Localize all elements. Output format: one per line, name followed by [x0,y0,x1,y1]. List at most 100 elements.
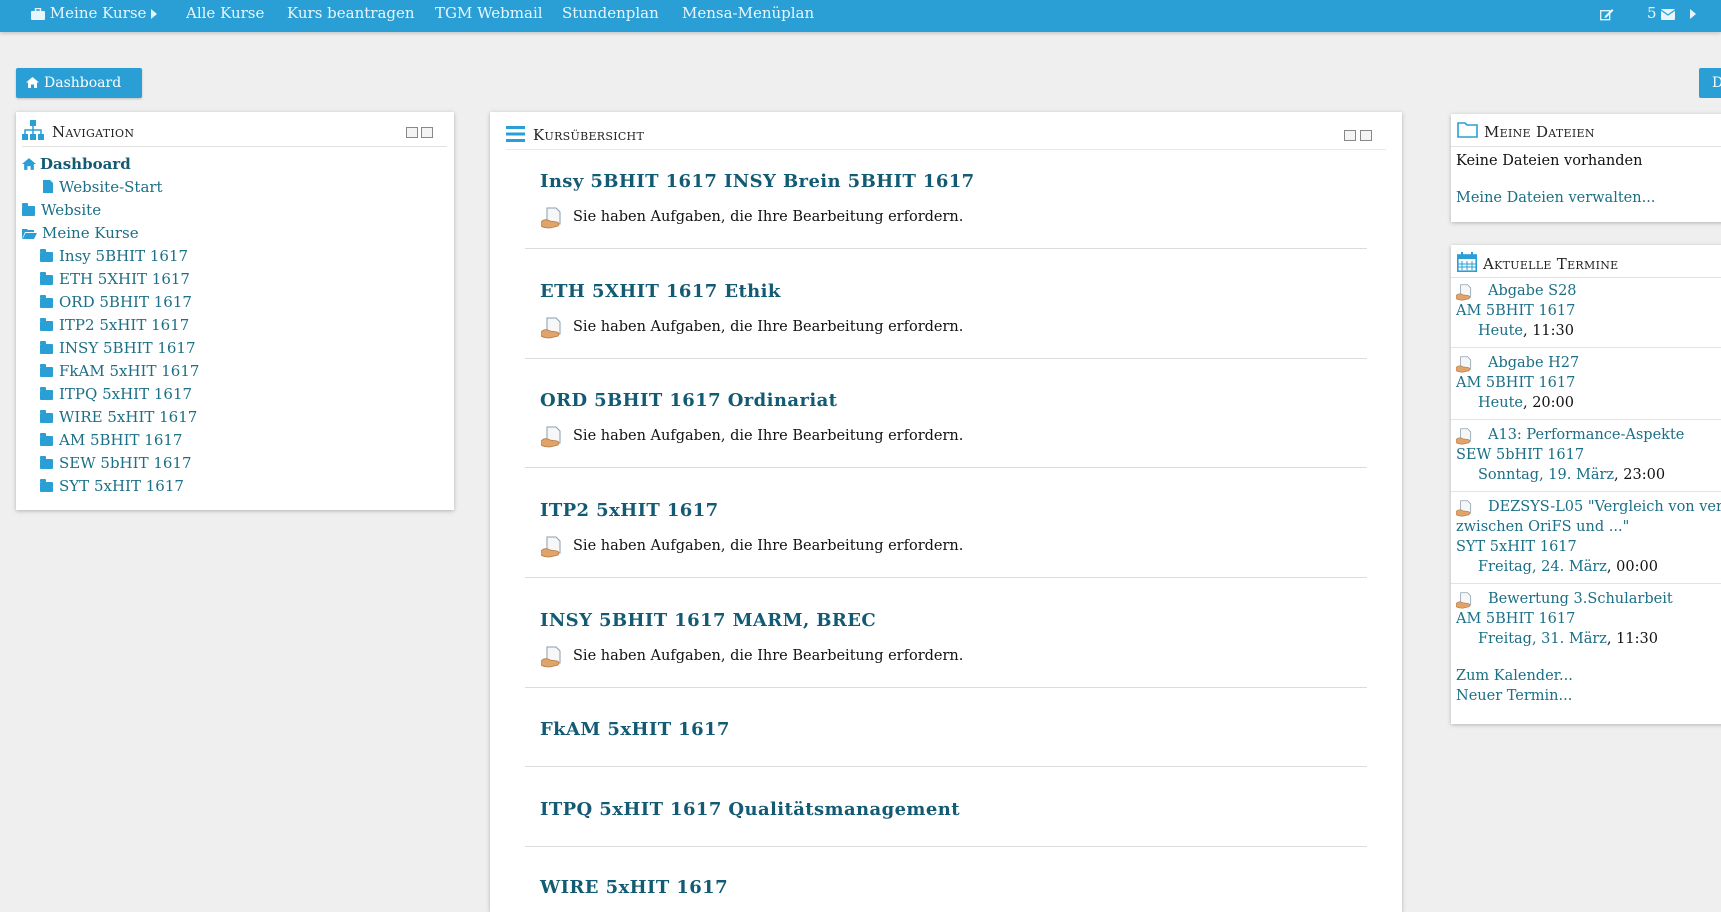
nav-course-item[interactable]: ITPQ 5xHIT 1617 [40,385,192,403]
top-navbar: Meine Kurse Alle Kurse Kurs beantragen T… [0,0,1721,32]
caret-right-icon [151,9,158,19]
divider [1451,146,1721,147]
course-title-link[interactable]: INSY 5BHIT 1617 MARM, BREC [540,610,876,631]
edit-icon[interactable] [1600,0,1614,26]
event-date: Sonntag, 19. März, 23:00 [1478,467,1665,483]
briefcase-icon [31,8,45,20]
block-minimize-icon[interactable] [1344,130,1356,141]
assignment-icon [1456,428,1472,445]
nav-course-item[interactable]: INSY 5BHIT 1617 [40,339,196,357]
assignment-icon [1456,356,1472,373]
nav-course-item[interactable]: ORD 5BHIT 1617 [40,293,192,311]
event-course-link[interactable]: AM 5BHIT 1617 [1456,611,1575,627]
folder-icon [40,249,53,262]
dashboard-button-label: Dashboard [44,75,122,91]
event-course-link[interactable]: SYT 5xHIT 1617 [1456,539,1577,555]
nav-my-courses-label: Meine Kurse [42,224,139,242]
home-icon [22,158,36,170]
new-event-link[interactable]: Neuer Termin... [1456,688,1572,704]
event-date: Heute, 20:00 [1478,395,1574,411]
nav-course-item[interactable]: ITP2 5xHIT 1617 [40,316,189,334]
no-files-text: Keine Dateien vorhanden [1456,153,1643,169]
nav-timetable[interactable]: Stundenplan [562,0,659,26]
dashboard-button[interactable]: Dashboard [16,68,142,98]
nav-mensa-menu[interactable]: Mensa-Menüplan [682,0,814,26]
event-name-link[interactable]: Abgabe S28 [1488,283,1577,299]
divider [525,766,1367,767]
folder-icon [40,272,53,285]
event-name-link[interactable]: Bewertung 3.Schularbeit [1488,591,1673,607]
nav-course-item[interactable]: Insy 5BHIT 1617 [40,247,188,265]
folder-icon [22,203,35,216]
nav-course-item[interactable]: SYT 5xHIT 1617 [40,477,184,495]
folder-icon [40,456,53,469]
folder-open-icon [22,229,37,239]
manage-files-link[interactable]: Meine Dateien verwalten... [1456,190,1655,206]
event-day-link[interactable]: Freitag, 24. März [1478,559,1607,575]
event-day-link[interactable]: Heute [1478,323,1523,339]
folder-icon [40,387,53,400]
assignment-icon [1456,500,1472,517]
my-courses-menu[interactable]: Meine Kurse [31,0,158,26]
event-course-link[interactable]: AM 5BHIT 1617 [1456,375,1575,391]
course-title-link[interactable]: ORD 5BHIT 1617 Ordinariat [540,390,837,411]
nav-course-item[interactable]: ETH 5XHIT 1617 [40,270,190,288]
course-title-link[interactable]: ITP2 5xHIT 1617 [540,500,719,521]
divider [1451,277,1721,278]
block-dock-icon[interactable] [1360,130,1372,141]
sitemap-icon [22,120,44,140]
course-title-link[interactable]: Insy 5BHIT 1617 INSY Brein 5BHIT 1617 [540,171,975,192]
nav-website-start[interactable]: Website-Start [43,178,163,196]
assignment-icon [1456,284,1472,301]
event-name-link-cont[interactable]: zwischen OriFS und ..." [1456,519,1629,535]
folder-icon [40,318,53,331]
nav-all-courses[interactable]: Alle Kurse [186,0,264,26]
event-day-link[interactable]: Heute [1478,395,1523,411]
nav-course-item[interactable]: WIRE 5xHIT 1617 [40,408,197,426]
assignment-icon [1456,592,1472,609]
nav-course-item[interactable]: SEW 5bHIT 1617 [40,454,192,472]
event-name-link[interactable]: DEZSYS-L05 "Vergleich von verte [1488,499,1721,515]
event-day-link[interactable]: Sonntag, 19. März [1478,467,1614,483]
divider [525,358,1367,359]
event-course-link[interactable]: SEW 5bHIT 1617 [1456,447,1584,463]
nav-website[interactable]: Website [22,201,101,219]
nav-website-start-label: Website-Start [59,178,163,196]
divider [1451,419,1721,420]
nav-course-item[interactable]: AM 5BHIT 1617 [40,431,182,449]
nav-dashboard[interactable]: Dashboard [22,155,131,173]
right-action-label: D [1712,75,1721,91]
calendar-link[interactable]: Zum Kalender... [1456,668,1573,684]
assignment-icon [541,426,561,448]
course-title-link[interactable]: ITPQ 5xHIT 1617 Qualitätsmanagement [540,799,960,820]
block-minimize-icon[interactable] [406,127,418,138]
event-name-link[interactable]: Abgabe H27 [1488,355,1579,371]
folder-icon [40,410,53,423]
messages-menu[interactable]: 5 [1647,0,1676,26]
nav-course-label: WIRE 5xHIT 1617 [59,408,198,426]
nav-course-label: ORD 5BHIT 1617 [59,293,192,311]
nav-my-courses[interactable]: Meine Kurse [22,224,139,242]
course-title-link[interactable]: FkAM 5xHIT 1617 [540,719,730,740]
event-course-link[interactable]: AM 5BHIT 1617 [1456,303,1575,319]
caret-right-icon[interactable] [1690,0,1696,26]
nav-course-label: ITPQ 5xHIT 1617 [59,385,193,403]
nav-course-item[interactable]: FkAM 5xHIT 1617 [40,362,199,380]
nav-request-course[interactable]: Kurs beantragen [287,0,415,26]
divider [525,687,1367,688]
course-title-link[interactable]: ETH 5XHIT 1617 Ethik [540,281,781,302]
my-files-title: Meine Dateien [1484,123,1595,141]
right-action-button[interactable]: D [1699,68,1721,98]
nav-course-label: Insy 5BHIT 1617 [59,247,189,265]
nav-dashboard-label: Dashboard [40,155,131,173]
course-notice-text: Sie haben Aufgaben, die Ihre Bearbeitung… [573,428,964,444]
nav-webmail[interactable]: TGM Webmail [435,0,543,26]
event-day-link[interactable]: Freitag, 31. März [1478,631,1607,647]
nav-course-label: INSY 5BHIT 1617 [59,339,196,357]
block-dock-icon[interactable] [421,127,433,138]
course-overview-title: Kursübersicht [533,126,645,144]
event-name-link[interactable]: A13: Performance-Aspekte [1488,427,1684,443]
navigation-title: Navigation [52,123,135,141]
messages-count: 5 [1647,4,1657,22]
course-title-link[interactable]: WIRE 5xHIT 1617 [540,877,728,898]
